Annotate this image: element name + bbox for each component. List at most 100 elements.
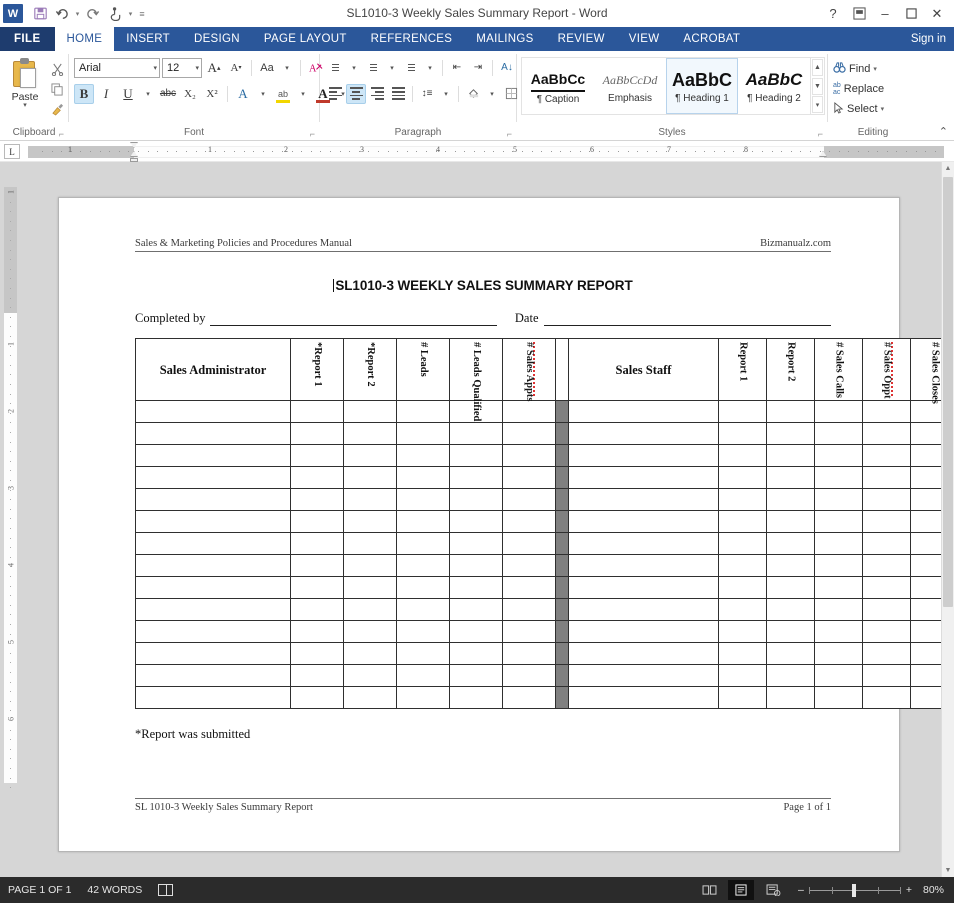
table-cell[interactable]: [719, 643, 767, 665]
touch-mouse-mode-icon[interactable]: [104, 3, 126, 25]
table-cell[interactable]: [569, 533, 719, 555]
paste-button[interactable]: Paste ▾: [5, 56, 45, 119]
table-cell[interactable]: [450, 445, 503, 467]
table-cell[interactable]: [503, 533, 556, 555]
multilevel-caret-icon[interactable]: ▾: [422, 58, 438, 78]
font-dialog-launcher-icon[interactable]: ⌐: [310, 127, 315, 142]
clipboard-dialog-launcher-icon[interactable]: ⌐: [59, 127, 64, 142]
table-cell[interactable]: [503, 577, 556, 599]
table-cell[interactable]: [397, 467, 450, 489]
table-cell[interactable]: [397, 577, 450, 599]
table-cell[interactable]: [503, 687, 556, 709]
table-cell[interactable]: [815, 643, 863, 665]
shading-icon[interactable]: [463, 84, 483, 104]
table-cell[interactable]: [344, 665, 397, 687]
table-cell[interactable]: [450, 599, 503, 621]
table-cell[interactable]: [569, 423, 719, 445]
table-cell[interactable]: [344, 577, 397, 599]
undo-icon[interactable]: [51, 3, 73, 25]
table-cell[interactable]: [569, 577, 719, 599]
table-cell[interactable]: [291, 445, 344, 467]
table-cell[interactable]: [815, 445, 863, 467]
table-row[interactable]: [136, 687, 954, 709]
table-cell[interactable]: [569, 621, 719, 643]
table-cell[interactable]: [344, 599, 397, 621]
table-cell[interactable]: [863, 445, 911, 467]
table-cell[interactable]: [863, 665, 911, 687]
table-cell[interactable]: [719, 489, 767, 511]
table-cell[interactable]: [767, 555, 815, 577]
table-cell[interactable]: [503, 621, 556, 643]
zoom-out-button[interactable]: –: [798, 884, 804, 896]
weekly-sales-summary-table[interactable]: Sales Administrator *Report 1 *Report 2 …: [135, 338, 954, 709]
style-emphasis[interactable]: AaBbCcDd Emphasis: [594, 58, 666, 114]
table-cell[interactable]: [863, 577, 911, 599]
scroll-up-arrow-icon[interactable]: ▲: [942, 162, 954, 175]
table-cell[interactable]: [450, 687, 503, 709]
table-cell[interactable]: [815, 555, 863, 577]
table-cell[interactable]: [450, 489, 503, 511]
subscript-button[interactable]: X₂: [180, 84, 200, 104]
table-cell[interactable]: [397, 401, 450, 423]
document-page[interactable]: Sales & Marketing Policies and Procedure…: [58, 197, 900, 852]
text-effects-icon[interactable]: A: [233, 84, 253, 104]
table-cell[interactable]: [767, 687, 815, 709]
table-cell[interactable]: [815, 401, 863, 423]
table-cell[interactable]: [767, 445, 815, 467]
table-cell[interactable]: [397, 621, 450, 643]
page-indicator[interactable]: PAGE 1 OF 1: [8, 884, 71, 896]
table-cell[interactable]: [344, 621, 397, 643]
table-cell[interactable]: [291, 555, 344, 577]
table-cell[interactable]: [397, 643, 450, 665]
table-cell[interactable]: [503, 489, 556, 511]
table-cell[interactable]: [450, 665, 503, 687]
table-cell[interactable]: [291, 643, 344, 665]
table-cell[interactable]: [503, 423, 556, 445]
underline-caret-icon[interactable]: ▾: [140, 84, 156, 104]
table-cell[interactable]: [719, 555, 767, 577]
table-row[interactable]: [136, 445, 954, 467]
table-cell[interactable]: [291, 621, 344, 643]
replace-button[interactable]: abac Replace: [833, 79, 884, 99]
table-cell[interactable]: [136, 423, 291, 445]
read-mode-icon[interactable]: [696, 880, 722, 900]
horizontal-ruler-track[interactable]: 1 1 2 3 4 5 6 7 8: [28, 146, 948, 158]
table-cell[interactable]: [569, 511, 719, 533]
table-row[interactable]: [136, 643, 954, 665]
table-cell[interactable]: [503, 599, 556, 621]
table-cell[interactable]: [291, 423, 344, 445]
line-spacing-caret-icon[interactable]: ▾: [438, 84, 454, 104]
styles-scroll-up-icon[interactable]: ▲: [812, 59, 823, 76]
collapse-ribbon-icon[interactable]: ⌃: [939, 125, 948, 138]
text-effects-caret-icon[interactable]: ▾: [255, 84, 271, 104]
find-button[interactable]: Find ▾: [833, 59, 877, 79]
table-cell[interactable]: [863, 423, 911, 445]
completed-by-field[interactable]: Completed by: [135, 311, 497, 326]
tab-insert[interactable]: INSERT: [114, 27, 182, 51]
table-cell[interactable]: [767, 489, 815, 511]
table-cell[interactable]: [863, 687, 911, 709]
table-row[interactable]: [136, 555, 954, 577]
tab-references[interactable]: REFERENCES: [359, 27, 465, 51]
ribbon-display-options-icon[interactable]: [846, 3, 872, 25]
table-cell[interactable]: [719, 599, 767, 621]
table-cell[interactable]: [503, 643, 556, 665]
find-caret-icon[interactable]: ▾: [873, 65, 877, 73]
table-cell[interactable]: [863, 621, 911, 643]
line-spacing-icon[interactable]: ↕≡: [417, 84, 437, 104]
superscript-button[interactable]: X²: [202, 84, 222, 104]
table-cell[interactable]: [719, 621, 767, 643]
table-cell[interactable]: [815, 489, 863, 511]
table-cell[interactable]: [450, 555, 503, 577]
italic-button[interactable]: I: [96, 84, 116, 104]
numbering-icon[interactable]: [363, 58, 383, 78]
table-cell[interactable]: [344, 467, 397, 489]
table-cell[interactable]: [291, 599, 344, 621]
table-cell[interactable]: [719, 687, 767, 709]
styles-dialog-launcher-icon[interactable]: ⌐: [818, 127, 823, 142]
table-row[interactable]: [136, 489, 954, 511]
table-cell[interactable]: [450, 621, 503, 643]
proofing-errors-icon[interactable]: [158, 884, 173, 896]
table-cell[interactable]: [569, 401, 719, 423]
table-cell[interactable]: [136, 511, 291, 533]
